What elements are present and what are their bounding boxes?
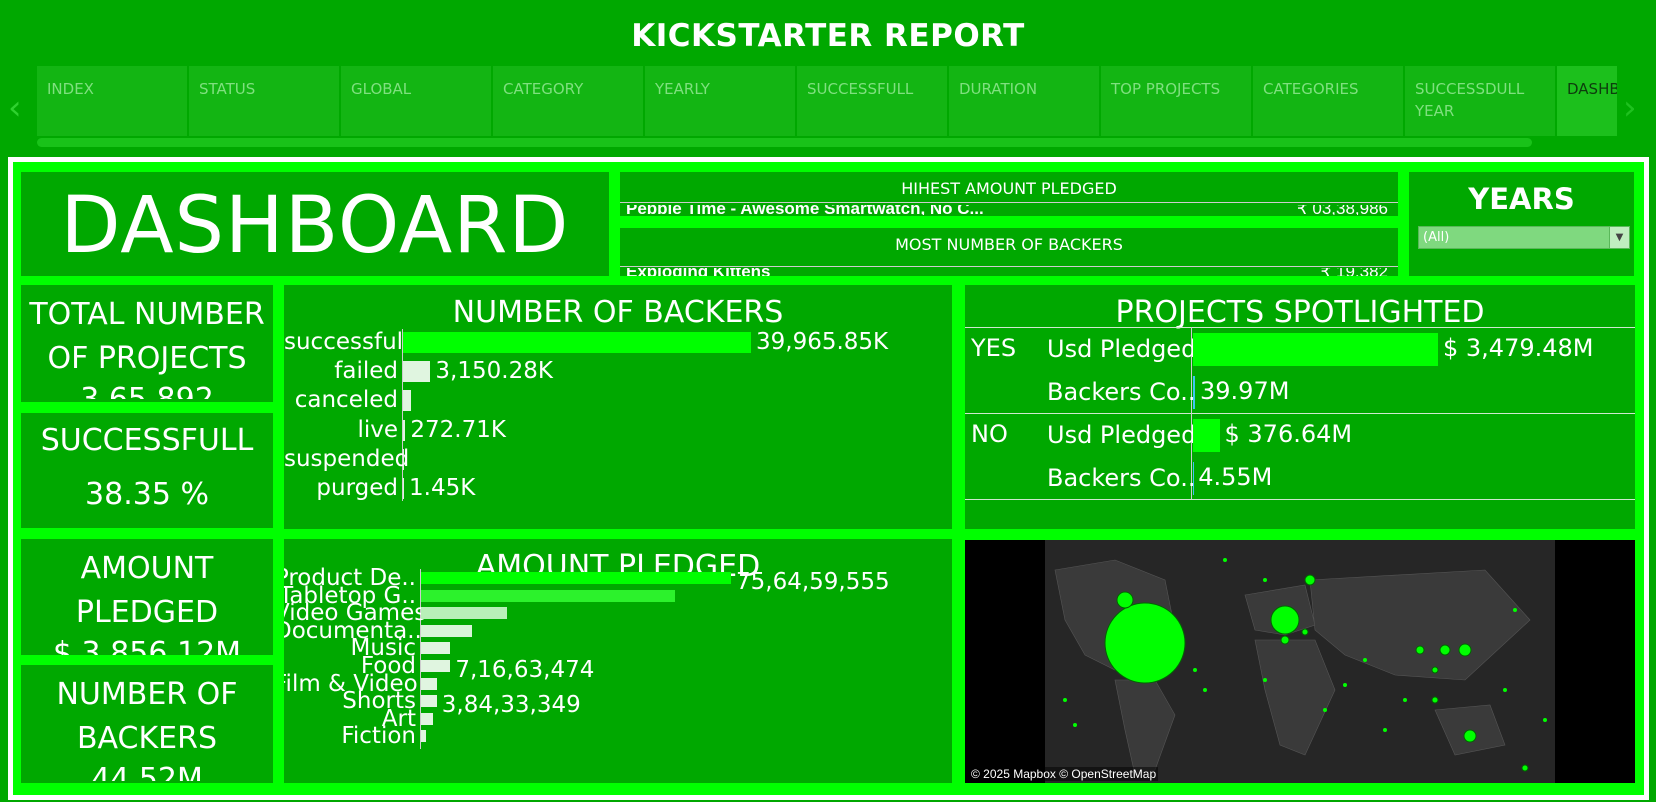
tab-categories[interactable]: CATEGORIES — [1253, 66, 1403, 136]
spotlight-divider — [965, 327, 1635, 328]
backers-bar — [403, 361, 431, 383]
chevron-down-icon[interactable]: ▼ — [1609, 227, 1629, 248]
pledged-bar-label: Fiction — [341, 723, 416, 750]
tab-duration[interactable]: DURATION — [949, 66, 1099, 136]
backers-bar-value: 39,965.85K — [756, 329, 889, 355]
spotlight-divider — [965, 413, 1635, 414]
backers-bar — [403, 419, 406, 441]
pledged-bar — [421, 572, 731, 584]
pledged-bar — [421, 695, 437, 708]
kpi-backers: NUMBER OF BACKERS 44.52M — [21, 665, 273, 783]
map-graphic — [1045, 540, 1555, 783]
years-title: YEARS — [1468, 182, 1575, 216]
pledged-chart: AMOUNT PLEDGED Product De.. 75,64,59,555 T… — [284, 539, 952, 783]
spotlight-measure: Backers Co.. — [1047, 378, 1196, 406]
kpi-total-projects: TOTAL NUMBER OF PROJECTS 3,65,892 — [21, 285, 273, 402]
pledged-bar-value: 7,16,63,474 — [455, 657, 595, 683]
spotlight-value: $ 3,479.48M — [1443, 334, 1594, 362]
spotlight-measure: Usd Pledged — [1047, 335, 1197, 363]
kpi-amount-pledged: AMOUNT PLEDGED $ 3,856.12M — [21, 539, 273, 655]
tab-bar: ‹ INDEX STATUS GLOBAL CATEGORY YEARLY SU… — [0, 66, 1656, 148]
backers-bar-value: 272.71K — [410, 416, 506, 443]
highest-pledged-name: Pebble Time - Awesome Smartwatch, No C..… — [626, 205, 984, 215]
backers-bar-label: suspended — [284, 445, 410, 472]
backers-bar — [403, 332, 751, 353]
pledged-bar — [421, 712, 434, 725]
pledged-bar — [421, 660, 451, 672]
tab-global[interactable]: GLOBAL — [341, 66, 491, 136]
tab-category[interactable]: CATEGORY — [493, 66, 643, 136]
spotlight-title: PROJECTS SPOTLIGHTED — [1115, 295, 1485, 330]
spotlight-table: PROJECTS SPOTLIGHTED YES Usd Pledged $ 3,4… — [965, 285, 1635, 529]
pledged-bar — [421, 677, 438, 690]
pledged-bar — [421, 642, 451, 655]
tab-dashboard[interactable]: DASHB — [1557, 66, 1617, 136]
chevron-left-icon[interactable]: ‹ — [8, 88, 22, 128]
most-backers-panel: MOST NUMBER OF BACKERS Exploding Kittens… — [620, 228, 1398, 276]
kpi-amount-pledged-title: AMOUNT PLEDGED — [75, 551, 219, 630]
chevron-right-icon[interactable]: › — [1623, 88, 1637, 128]
kpi-successful-title: SUCCESSFULL — [40, 423, 254, 458]
spotlight-group: YES — [971, 334, 1017, 362]
most-backers-name: Exploding Kittens — [626, 268, 771, 276]
spotlight-divider — [965, 499, 1635, 500]
backers-bar — [403, 478, 404, 499]
backers-bar — [403, 390, 411, 412]
backers-chart-title: NUMBER OF BACKERS — [452, 295, 784, 330]
backers-bar-value: 1.45K — [409, 475, 476, 501]
kpi-total-projects-title: TOTAL NUMBER OF PROJECTS — [29, 297, 265, 376]
report-title: KICKSTARTER REPORT — [631, 18, 1025, 54]
highest-pledged-panel: HIHEST AMOUNT PLEDGED Pebble Time - Awes… — [620, 172, 1398, 216]
spotlight-bar — [1193, 376, 1195, 409]
highest-pledged-value: ₹ 03,38,986 — [1296, 205, 1388, 215]
kpi-amount-pledged-value: $ 3,856.12M — [52, 636, 242, 655]
spotlight-value: 4.55M — [1198, 463, 1273, 491]
tab-yearly[interactable]: YEARLY — [645, 66, 795, 136]
dashboard-title-panel: DASHBOARD — [21, 172, 609, 276]
years-select[interactable]: (All) ▼ — [1418, 226, 1630, 249]
kpi-backers-value: 44.52M — [91, 762, 203, 781]
tab-successfull[interactable]: SUCCESSFULL — [797, 66, 947, 136]
backers-bar-label: canceled — [294, 387, 398, 414]
pledged-bar — [421, 607, 508, 620]
pledged-bar-value: 75,64,59,555 — [736, 569, 890, 595]
spotlight-measure: Backers Co.. — [1047, 464, 1196, 492]
backers-bar-label: purged — [316, 475, 398, 501]
most-backers-value: ₹ 19,382 — [1320, 268, 1388, 276]
kpi-successful-value: 38.35 % — [85, 477, 209, 512]
spotlight-bar — [1193, 333, 1438, 366]
backers-bar-value: 3,150.28K — [435, 358, 553, 385]
backers-bar-label: successful — [284, 329, 404, 355]
world-map[interactable]: © 2025 Mapbox © OpenStreetMap — [965, 540, 1635, 783]
dashboard-title: DASHBOARD — [60, 181, 570, 271]
backers-chart: NUMBER OF BACKERS successful 39,965.85K fa… — [284, 285, 952, 529]
backers-bar-label: live — [357, 416, 398, 443]
backers-bar-label: failed — [334, 358, 398, 385]
highest-pledged-title: HIHEST AMOUNT PLEDGED — [901, 179, 1117, 198]
pledged-bar — [421, 624, 473, 637]
spotlight-group: NO — [971, 420, 1008, 448]
tab-status[interactable]: STATUS — [189, 66, 339, 136]
spotlight-bar — [1193, 419, 1220, 452]
kpi-backers-title: NUMBER OF BACKERS — [56, 677, 238, 756]
tab-scrollbar[interactable] — [37, 138, 1532, 147]
spotlight-value: 39.97M — [1200, 377, 1290, 405]
tab-successdull-year[interactable]: SUCCESSDULL YEAR — [1405, 66, 1555, 136]
years-selected-value: (All) — [1423, 230, 1450, 245]
tab-index[interactable]: INDEX — [37, 66, 187, 136]
most-backers-title: MOST NUMBER OF BACKERS — [895, 235, 1123, 254]
tab-top-projects[interactable]: TOP PROJECTS — [1101, 66, 1251, 136]
map-attribution: © 2025 Mapbox © OpenStreetMap — [969, 767, 1159, 781]
years-filter-panel: YEARS (All) ▼ — [1409, 172, 1634, 276]
pledged-bar — [421, 589, 676, 602]
spotlight-measure: Usd Pledged — [1047, 421, 1197, 449]
pledged-bar — [421, 730, 426, 743]
backers-bar — [403, 448, 404, 470]
spotlight-value: $ 376.64M — [1224, 420, 1353, 448]
kpi-total-projects-value: 3,65,892 — [21, 381, 273, 399]
pledged-bar-value: 3,84,33,349 — [441, 692, 581, 719]
kpi-successful: SUCCESSFULL 38.35 % — [21, 413, 273, 528]
